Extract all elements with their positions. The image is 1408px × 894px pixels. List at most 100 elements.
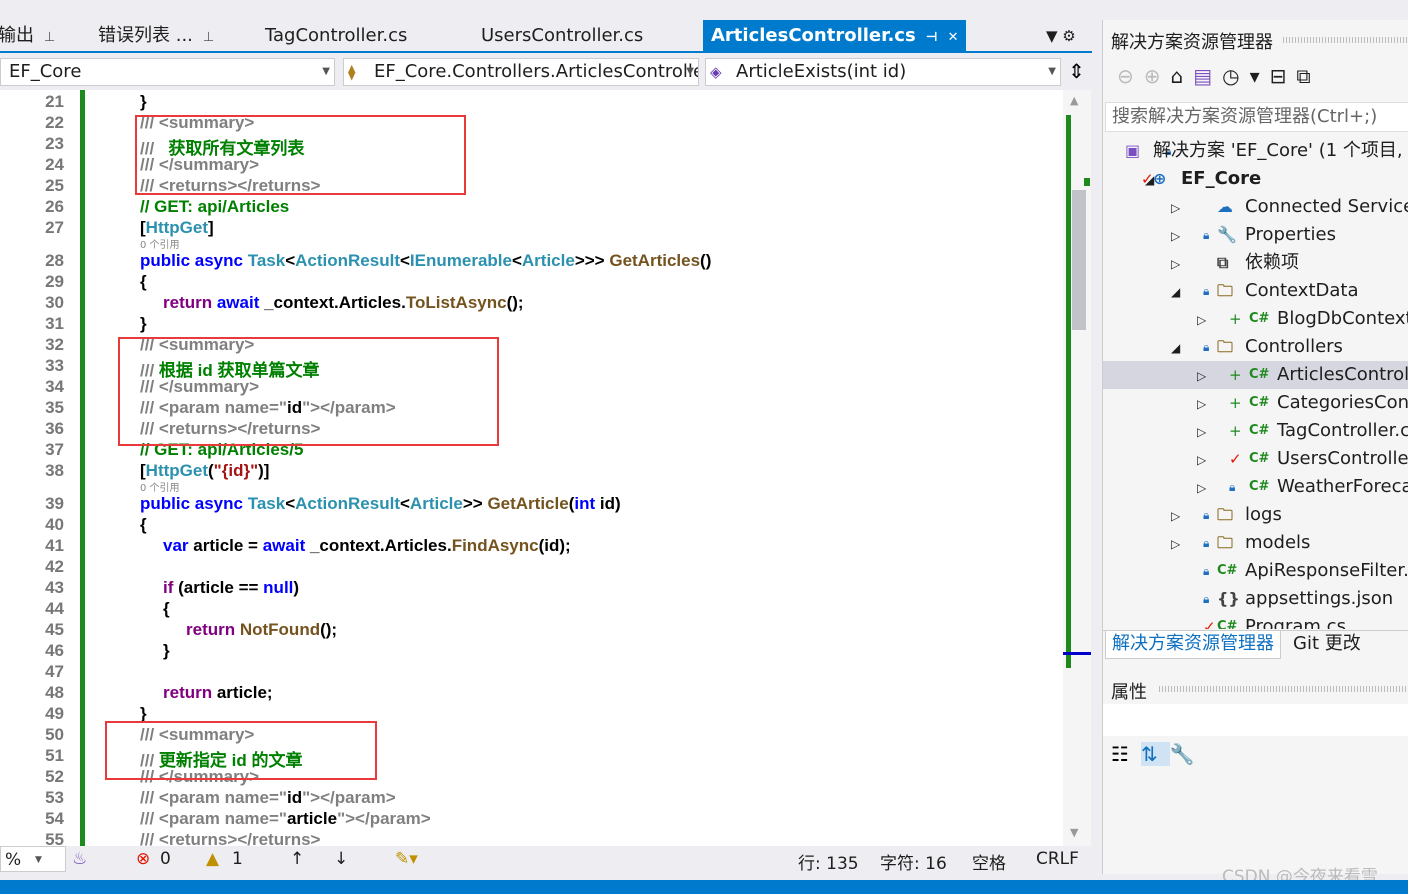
drag-grip[interactable] [1283,37,1408,43]
char-number[interactable]: 字符: 16 [880,849,947,874]
tree-item[interactable]: ▷ + C# BlogDbContext.cs [1103,305,1408,333]
properties-object-selector[interactable] [1103,704,1408,736]
collapsed-arrow-icon[interactable]: ▷ [1171,530,1180,558]
back-icon[interactable]: ⊖ [1117,64,1144,88]
tab-0[interactable]: 输出 ⊥ [0,20,55,53]
tab-overflow-icon[interactable]: ▼ ⚙ [1046,20,1076,53]
pin-icon[interactable]: ⊥ [203,30,214,45]
code-line[interactable]: } [140,92,147,112]
tree-item[interactable]: ▷ ✓ C# UsersController.cs [1103,445,1408,473]
tree-item[interactable]: 🔒︎ ▣ 解决方案 'EF_Core' (1 个项目, [1103,137,1408,165]
code-cleanup-icon[interactable]: ✎▾ [395,849,418,869]
tree-item[interactable]: ◢ ✓ ⊕ EF_Core [1103,165,1408,193]
code-line[interactable]: { [163,599,170,619]
previous-issue-icon[interactable]: ↑ [290,849,304,869]
code-line[interactable]: { [140,515,147,535]
line-ending[interactable]: CRLF [1036,849,1079,869]
collapsed-arrow-icon[interactable]: ▷ [1171,194,1180,222]
tree-item[interactable]: ◢ 🔒︎ 🗀 Controllers [1103,333,1408,361]
code-line[interactable]: return NotFound(); [186,620,337,640]
tree-item[interactable]: ▷ ☁ Connected Services [1103,193,1408,221]
project-dropdown[interactable]: EF_Core ▼ [0,58,335,86]
collapsed-arrow-icon[interactable]: ▷ [1197,306,1206,334]
indent-mode[interactable]: 空格 [972,849,1006,874]
forward-icon[interactable]: ⊕ [1144,64,1171,88]
code-line[interactable]: // GET: api/Articles [140,197,289,217]
collapsed-arrow-icon[interactable]: ▷ [1197,418,1206,446]
tree-item[interactable]: ▷ 🔒︎ C# WeatherForecastController.cs [1103,473,1408,501]
pin-icon[interactable]: ⊣ [926,30,938,45]
copilot-icon[interactable]: ♨ [72,849,87,869]
code-line[interactable]: [HttpGet] [140,218,214,238]
pin-icon[interactable]: ⊥ [44,30,55,45]
warning-count[interactable]: 1 [232,849,243,869]
tab-solution-explorer[interactable]: 解决方案资源管理器 [1105,631,1281,659]
line-number[interactable]: 行: 135 [798,849,859,874]
class-dropdown[interactable]: ⧫ EF_Core.Controllers.ArticlesControlle ▼ [343,58,699,86]
alphabetical-icon[interactable]: ⇅ [1140,742,1170,766]
expanded-arrow-icon[interactable]: ◢ [1171,334,1180,362]
error-icon[interactable]: ⊗ [136,849,150,869]
member-dropdown[interactable]: ◈ ArticleExists(int id) ▼ [705,58,1061,86]
code-line[interactable]: /// <param name="article"></param> [140,809,431,829]
code-line[interactable]: public async Task<ActionResult<Article>>… [140,494,621,514]
tree-item[interactable]: ▷ 🔒︎ 🗀 logs [1103,501,1408,529]
collapsed-arrow-icon[interactable]: ▷ [1197,362,1206,390]
tree-item[interactable]: ▷ ⧉ 依赖项 [1103,249,1408,277]
collapsed-arrow-icon[interactable]: ▷ [1197,474,1206,502]
code-line[interactable]: return article; [163,683,273,703]
drag-grip[interactable] [1159,686,1408,692]
zoom-dropdown[interactable]: % ▼ [0,846,66,872]
code-line[interactable]: /// <param name="id"></param> [140,788,396,808]
tab-1[interactable]: 错误列表 ... ⊥ [98,20,214,53]
property-pages-icon[interactable]: 🔧 [1170,742,1207,766]
error-count[interactable]: 0 [160,849,171,869]
reference-count-lens[interactable]: 0 个引用 [140,479,180,494]
home-icon[interactable]: ⌂ [1171,64,1194,88]
warning-icon[interactable]: ▲ [206,849,219,869]
code-line[interactable]: public async Task<ActionResult<IEnumerab… [140,251,711,271]
reference-count-lens[interactable]: 0 个引用 [140,236,180,251]
tree-item[interactable]: ▷ + C# TagController.cs [1103,417,1408,445]
code-line[interactable]: if (article == null) [163,578,299,598]
code-line[interactable]: } [140,314,147,334]
switch-views-icon[interactable]: ▤ [1193,64,1222,88]
close-icon[interactable]: ✕ [948,30,959,45]
split-editor-icon[interactable]: ⇕ [1068,59,1085,83]
search-input[interactable]: 搜索解决方案资源管理器(Ctrl+;) [1105,102,1408,132]
tab-4[interactable]: ArticlesController.cs ⊣ ✕ [703,20,967,53]
tree-item[interactable]: ▷ + C# CategoriesController.cs [1103,389,1408,417]
collapsed-arrow-icon[interactable]: ▷ [1197,390,1206,418]
tree-item[interactable]: ✓ C# Program.cs [1103,613,1408,629]
collapsed-arrow-icon[interactable]: ▷ [1171,250,1180,278]
next-issue-icon[interactable]: ↓ [334,849,348,869]
tab-2[interactable]: TagController.cs [265,20,407,53]
collapsed-arrow-icon[interactable]: ▷ [1171,502,1180,530]
collapsed-arrow-icon[interactable]: ▷ [1197,446,1206,474]
code-line[interactable]: return await _context.Articles.ToListAsy… [163,293,524,313]
tree-item[interactable]: 🔒︎ C# ApiResponseFilter.cs [1103,557,1408,585]
expanded-arrow-icon[interactable]: ◢ [1171,278,1180,306]
collapse-all-icon[interactable]: ⊟ [1270,64,1297,88]
collapsed-arrow-icon[interactable]: ▷ [1171,222,1180,250]
code-line[interactable]: [HttpGet("{id}")] [140,461,269,481]
code-line[interactable]: } [163,641,170,661]
tree-item[interactable]: ▷ 🔒︎ 🔧 Properties [1103,221,1408,249]
tab-3[interactable]: UsersController.cs [481,20,643,53]
tab-git-changes[interactable]: Git 更改 [1293,631,1361,657]
scroll-thumb[interactable] [1072,190,1086,330]
pending-changes-icon[interactable]: ◷▾ [1222,64,1270,88]
scroll-up-icon[interactable]: ▲ [1070,94,1078,107]
tree-item[interactable]: ◢ 🔒︎ 🗀 ContextData [1103,277,1408,305]
tree-item-label: 依赖项 [1245,252,1299,273]
tree-item[interactable]: ▷ + C# ArticlesController.cs [1103,361,1408,389]
tree-item[interactable]: 🔒︎ {} appsettings.json [1103,585,1408,613]
vertical-scrollbar[interactable]: ▲ ▼ [1063,90,1091,846]
code-line[interactable]: var article = await _context.Articles.Fi… [163,536,571,556]
scroll-down-icon[interactable]: ▼ [1070,826,1078,839]
tree-item[interactable]: ▷ 🔒︎ 🗀 models [1103,529,1408,557]
code-line[interactable]: { [140,272,147,292]
show-all-files-icon[interactable]: ⧉ [1296,64,1320,88]
code-line[interactable]: /// <returns></returns> [140,830,320,846]
categorized-icon[interactable]: ☷ [1111,742,1141,766]
